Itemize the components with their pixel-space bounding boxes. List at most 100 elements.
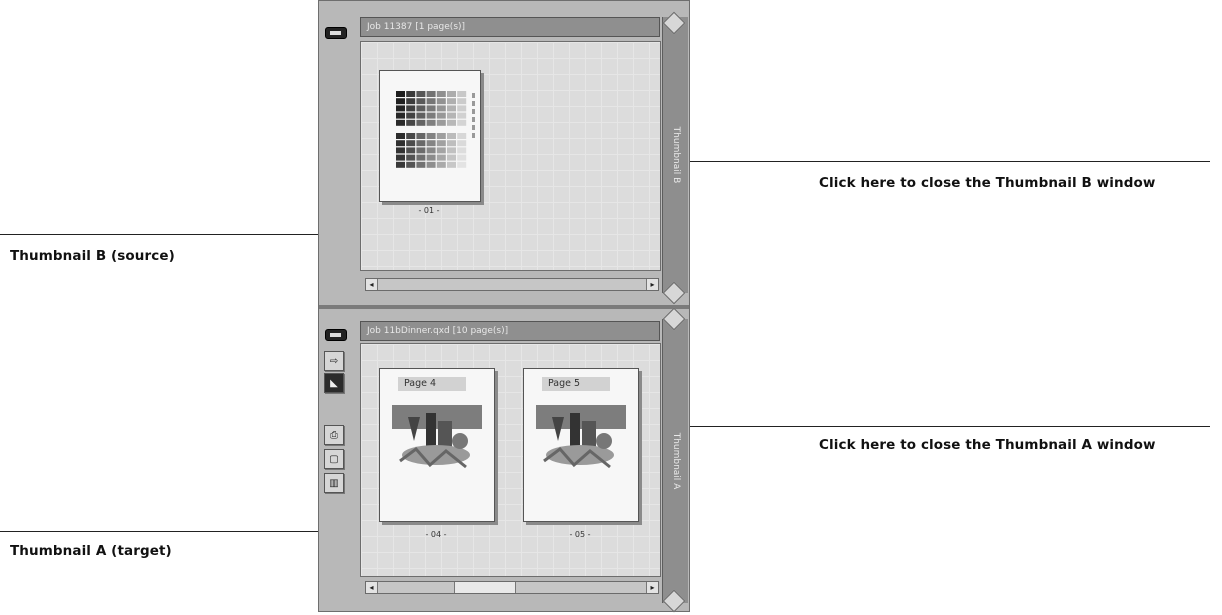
select-button[interactable]: ◣ — [324, 373, 344, 393]
color-swatch — [447, 119, 456, 126]
scroll-right-arrow-icon[interactable]: ▸ — [646, 582, 658, 593]
color-swatch — [406, 119, 416, 126]
color-swatch — [457, 154, 467, 161]
color-swatch — [426, 112, 436, 119]
color-swatch — [396, 91, 405, 97]
legend-mark — [472, 133, 475, 138]
color-swatch — [447, 112, 456, 119]
page-icon: ▢ — [329, 453, 339, 465]
color-swatch — [426, 161, 436, 168]
thumbnail-b-page-label: - 01 - — [418, 206, 440, 215]
color-swatch — [396, 119, 405, 126]
color-swatch — [416, 133, 426, 139]
thumbnail-b-title-bar[interactable]: Job 11387 [1 page(s)] — [360, 17, 660, 37]
hand-arrow-icon: ⇨ — [329, 355, 339, 367]
callout-line-close-a — [680, 426, 1210, 427]
color-swatch — [457, 105, 467, 112]
drag-grip-icon[interactable] — [325, 27, 347, 39]
callout-close-a: Click here to close the Thumbnail A wind… — [819, 437, 1156, 453]
color-swatch — [416, 154, 426, 161]
print-icon: ⎙ — [330, 429, 338, 441]
color-swatch — [396, 161, 405, 168]
callout-close-b: Click here to close the Thumbnail B wind… — [819, 175, 1156, 191]
color-swatch — [447, 98, 456, 105]
select-icon: ◣ — [330, 377, 338, 389]
color-swatch — [416, 98, 426, 105]
color-swatch — [426, 105, 436, 112]
thumbnail-a-side-tab[interactable]: Thumbnail A — [662, 319, 688, 603]
color-swatch — [416, 105, 426, 112]
color-swatch — [457, 147, 467, 154]
callout-target-a: Thumbnail A (target) — [10, 543, 172, 559]
color-swatch — [406, 105, 416, 112]
color-swatch — [436, 98, 446, 105]
thumbnail-b-page-card[interactable] — [379, 70, 481, 202]
color-swatch — [447, 91, 456, 97]
color-swatch — [447, 133, 456, 139]
color-swatch — [426, 91, 436, 97]
color-swatch — [457, 91, 467, 97]
trash-icon: ▥ — [329, 477, 339, 489]
thumbnail-b-side-tab[interactable]: Thumbnail B — [662, 17, 688, 293]
color-swatch — [436, 105, 446, 112]
thumbnail-a-title-bar[interactable]: Job 11bDinner.qxd [10 page(s)] — [360, 321, 660, 341]
color-swatch — [447, 147, 456, 154]
color-swatch — [426, 119, 436, 126]
color-chart-image — [396, 91, 475, 168]
color-swatch — [406, 140, 416, 147]
color-swatch — [426, 98, 436, 105]
color-swatch — [416, 91, 426, 97]
color-swatch — [426, 154, 436, 161]
color-swatch — [457, 133, 467, 139]
color-swatch — [406, 91, 416, 97]
color-swatch — [406, 154, 416, 161]
thumbnail-b-content: - 01 - — [360, 41, 661, 271]
legend-mark — [472, 101, 475, 106]
color-swatch — [396, 147, 405, 154]
color-swatch — [436, 91, 446, 97]
color-swatch — [416, 112, 426, 119]
color-swatch — [426, 133, 436, 139]
trash-button[interactable]: ▥ — [324, 473, 344, 493]
color-swatch — [396, 105, 405, 112]
thumbnail-a-content: Page 4 - 04 - Page 5 - 05 - — [360, 343, 661, 577]
thumbnail-a-page-label: - 05 - — [569, 530, 591, 539]
scroll-left-arrow-icon[interactable]: ◂ — [366, 582, 378, 593]
legend-mark — [472, 117, 475, 122]
callout-source-b: Thumbnail B (source) — [10, 248, 175, 264]
color-swatch — [396, 140, 405, 147]
page-button[interactable]: ▢ — [324, 449, 344, 469]
color-swatch — [396, 98, 405, 105]
color-swatch — [406, 98, 416, 105]
color-swatch — [416, 119, 426, 126]
color-swatch — [447, 154, 456, 161]
thumbnail-b-hscrollbar[interactable]: ◂ ▸ — [365, 278, 659, 291]
color-swatch — [396, 112, 405, 119]
thumbnail-a-hscrollbar[interactable]: ◂ ▸ — [365, 581, 659, 594]
color-swatch — [447, 161, 456, 168]
thumbnail-a-pane: Job 11bDinner.qxd [10 page(s)] ⇨ ◣ ⎙ ▢ ▥… — [319, 307, 689, 613]
scroll-thumb[interactable] — [454, 582, 516, 593]
color-swatch — [457, 112, 467, 119]
hand-arrow-button[interactable]: ⇨ — [324, 351, 344, 371]
scroll-left-arrow-icon[interactable]: ◂ — [366, 279, 378, 290]
color-swatch — [396, 154, 405, 161]
print-button[interactable]: ⎙ — [324, 425, 344, 445]
color-swatch — [436, 119, 446, 126]
color-swatch — [396, 133, 405, 139]
thumbnail-b-title: Job 11387 [1 page(s)] — [367, 22, 466, 32]
dinner-illustration-icon — [543, 413, 614, 469]
thumbnail-a-page-card[interactable]: Page 4 — [379, 368, 495, 522]
color-swatch — [406, 112, 416, 119]
drag-grip-icon[interactable] — [325, 329, 347, 341]
callout-line-close-b — [670, 161, 1210, 162]
thumbnail-a-side-tab-label: Thumbnail A — [670, 432, 681, 490]
thumbnail-a-page-card[interactable]: Page 5 — [523, 368, 639, 522]
color-swatch — [436, 133, 446, 139]
color-swatch — [406, 133, 416, 139]
thumbnail-a-title: Job 11bDinner.qxd [10 page(s)] — [367, 326, 509, 336]
thumbnail-b-pane: Job 11387 [1 page(s)] - 01 - ◂ ▸ Thumbna… — [319, 1, 689, 305]
scroll-right-arrow-icon[interactable]: ▸ — [646, 279, 658, 290]
legend-mark — [472, 93, 475, 98]
color-swatch — [447, 140, 456, 147]
